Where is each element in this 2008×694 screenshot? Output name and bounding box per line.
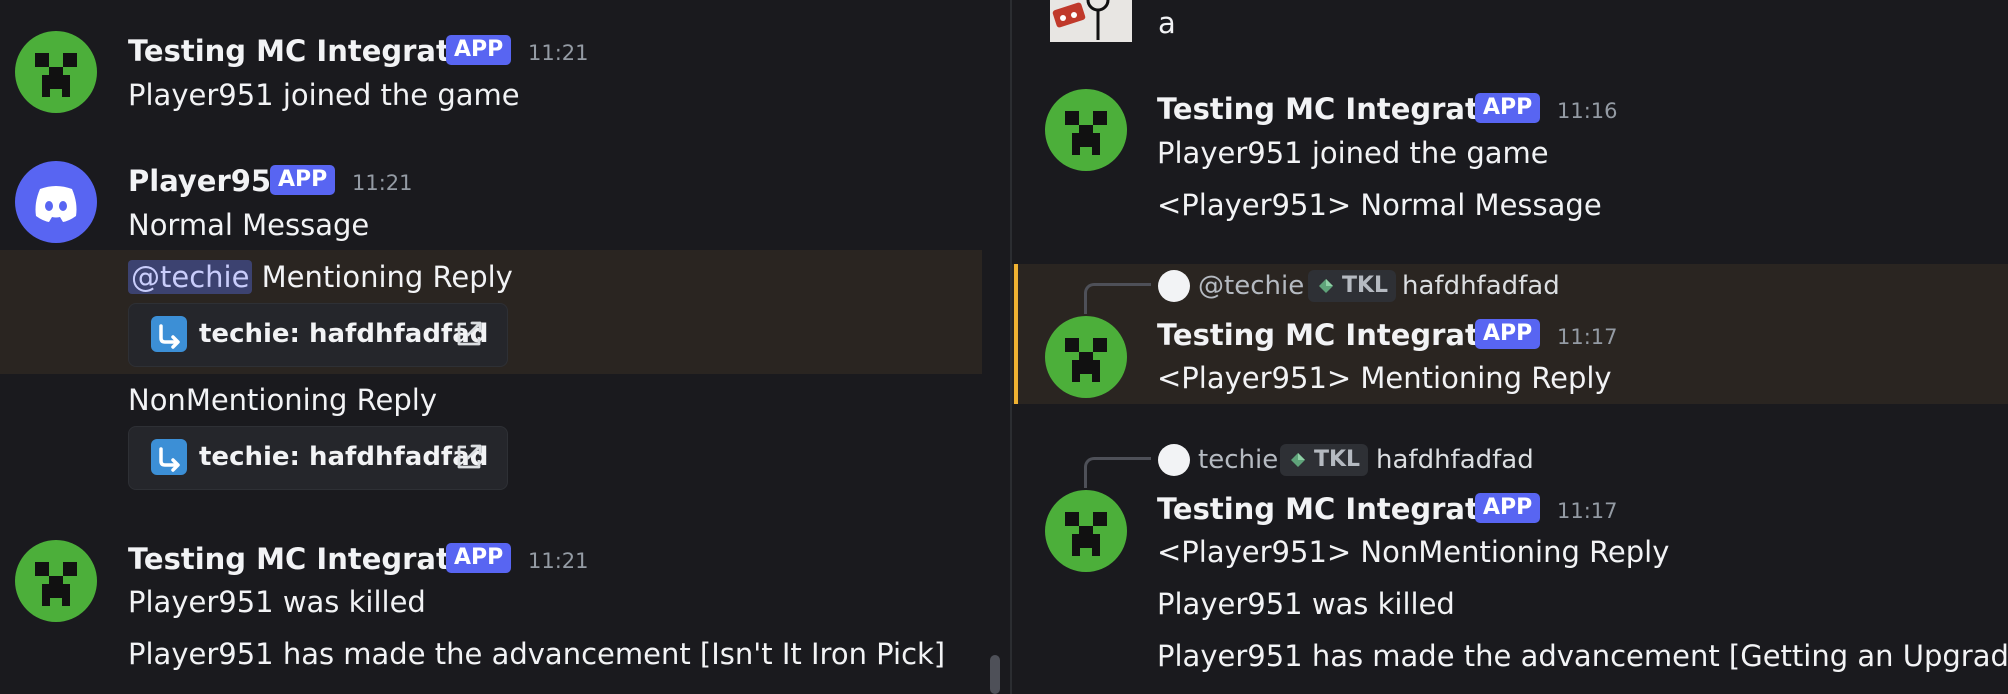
tkl-tag: TKL: [1308, 270, 1397, 302]
message-author[interactable]: Testing MC Integration: [1157, 91, 1529, 127]
app-badge: APP: [446, 35, 512, 65]
message-text: Normal Message: [128, 208, 370, 242]
reply-arrow-icon: [151, 439, 187, 475]
reply-avatar[interactable]: [1158, 270, 1190, 302]
mention-highlight-bar: [1014, 264, 1018, 404]
reply-author[interactable]: @techie: [1198, 270, 1304, 302]
reply-connector: [1084, 283, 1151, 314]
message-text: Player951 has made the advancement [Gett…: [1157, 639, 2008, 673]
message-author[interactable]: Testing MC Integration: [1157, 317, 1529, 353]
tkl-gem-icon: [1289, 451, 1307, 469]
message-text: Player951 joined the game: [128, 78, 520, 112]
discord-avatar-icon[interactable]: [15, 161, 97, 243]
app-badge: APP: [1475, 319, 1541, 349]
message-text: <Player951> NonMentioning Reply: [1157, 535, 1670, 569]
message-timestamp[interactable]: 11:17: [1557, 496, 1618, 526]
reply-avatar[interactable]: [1158, 444, 1190, 476]
message-text: a: [1158, 6, 1176, 40]
reply-embed[interactable]: techie: hafdhfadfad: [128, 426, 508, 490]
message-text: Player951 was killed: [1157, 587, 1455, 621]
creeper-avatar-icon[interactable]: [15, 31, 97, 113]
right-chat-pane: a Testing MC Integration APP 11:16 Playe…: [1012, 0, 2008, 694]
message-author[interactable]: Testing MC Integration: [128, 33, 500, 69]
creeper-avatar-icon[interactable]: [15, 540, 97, 622]
creeper-avatar-icon[interactable]: [1045, 316, 1127, 398]
message-text: NonMentioning Reply: [128, 383, 437, 417]
tkl-tag: TKL: [1280, 444, 1369, 476]
reply-preview-text[interactable]: hafdhfadfad: [1402, 270, 1560, 302]
message-timestamp[interactable]: 11:17: [1557, 322, 1618, 352]
message-timestamp[interactable]: 11:21: [352, 168, 413, 198]
message-timestamp[interactable]: 11:21: [528, 546, 589, 576]
app-badge: APP: [1475, 493, 1541, 523]
creeper-avatar-icon[interactable]: [1045, 490, 1127, 572]
message-text: @techie Mentioning Reply: [128, 259, 513, 295]
user-mention[interactable]: @techie: [128, 260, 253, 294]
message-text: <Player951> Mentioning Reply: [1157, 361, 1612, 395]
message-text: Player951 has made the advancement [Isn'…: [128, 637, 946, 671]
app-badge: APP: [270, 165, 336, 195]
reply-connector: [1084, 457, 1151, 488]
message-text: Player951 joined the game: [1157, 136, 1549, 170]
message-author[interactable]: Player951: [128, 163, 291, 199]
message-text: <Player951> Normal Message: [1157, 188, 1602, 222]
message-text: Player951 was killed: [128, 585, 426, 619]
embed-text: techie: hafdhfadfad: [199, 319, 489, 349]
creeper-avatar-icon[interactable]: [1045, 89, 1127, 171]
embed-text: techie: hafdhfadfad: [199, 442, 489, 472]
message-author[interactable]: Testing MC Integration: [128, 541, 500, 577]
reply-preview-text[interactable]: hafdhfadfad: [1376, 444, 1534, 476]
left-chat-pane: Testing MC Integration APP 11:21 Player9…: [0, 0, 982, 694]
message-timestamp[interactable]: 11:16: [1557, 96, 1618, 126]
message-author[interactable]: Testing MC Integration: [1157, 491, 1529, 527]
stick-figure-avatar-icon[interactable]: [1050, 0, 1132, 42]
external-link-icon[interactable]: [453, 318, 485, 350]
external-link-icon[interactable]: [453, 441, 485, 473]
scrollbar-thumb[interactable]: [990, 655, 1000, 694]
app-badge: APP: [1475, 93, 1541, 123]
app-badge: APP: [446, 543, 512, 573]
tkl-gem-icon: [1317, 277, 1335, 295]
reply-embed[interactable]: techie: hafdhfadfad: [128, 303, 508, 367]
message-text-content: Mentioning Reply: [261, 260, 513, 294]
reply-author[interactable]: techie: [1198, 444, 1278, 476]
reply-arrow-icon: [151, 316, 187, 352]
message-timestamp[interactable]: 11:21: [528, 38, 589, 68]
